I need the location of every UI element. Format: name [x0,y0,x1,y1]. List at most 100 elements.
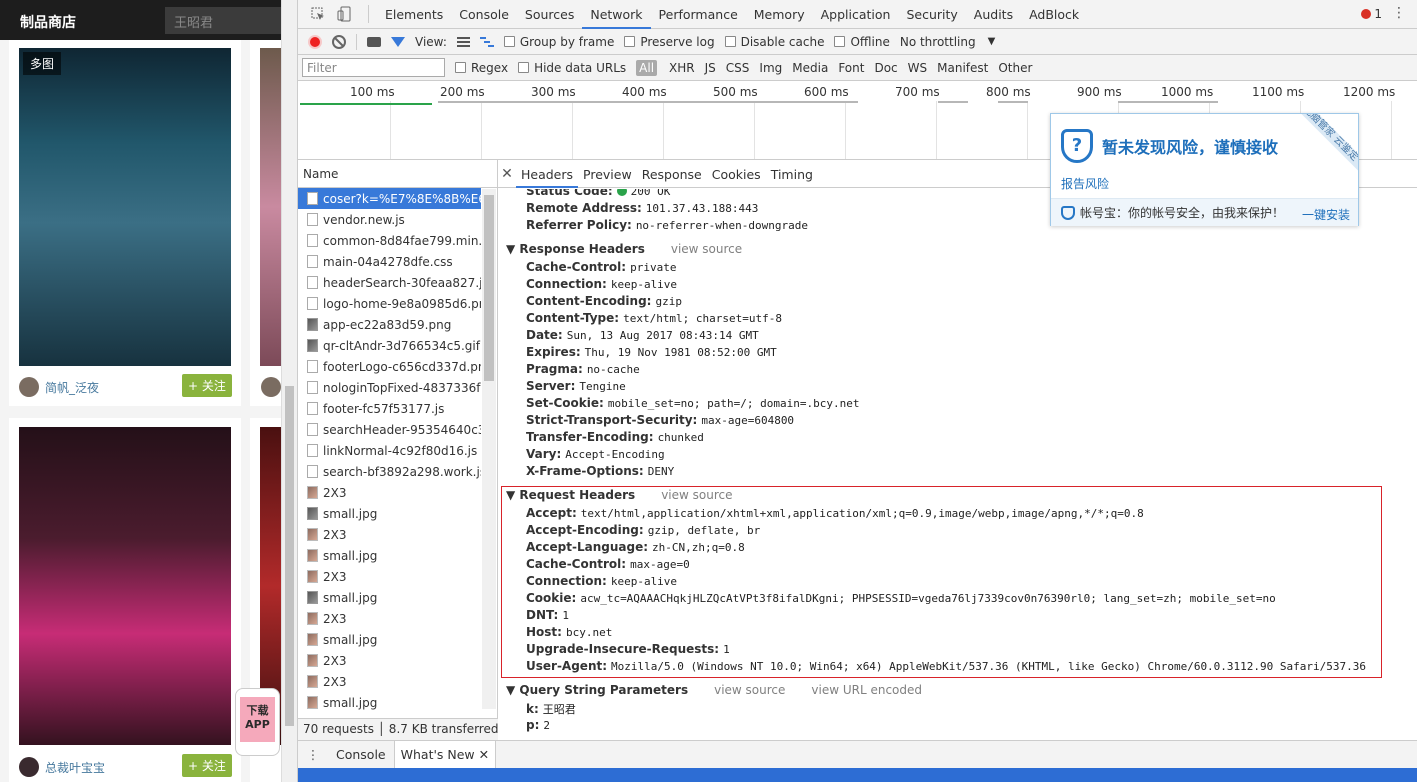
filter-manifest[interactable]: Manifest [937,61,988,75]
view-source-link[interactable]: view source [661,488,732,502]
request-row[interactable]: small.jpg [298,629,481,650]
post-author[interactable]: 简帆_泛夜 [19,377,99,397]
request-row[interactable]: small.jpg [298,692,481,713]
request-row[interactable]: 2X3 [298,524,481,545]
query-string-section[interactable]: ▼ Query String Parameters view source view… [506,683,922,697]
request-row[interactable]: small.jpg [298,545,481,566]
download-app-button[interactable]: 下载 APP [235,688,280,756]
filter-ws[interactable]: WS [908,61,927,75]
filter-font[interactable]: Font [838,61,864,75]
filter-doc[interactable]: Doc [874,61,897,75]
tab-console[interactable]: Console [451,0,517,29]
page-scrollbar[interactable] [281,0,297,782]
filter-js[interactable]: JS [705,61,716,75]
request-row[interactable]: footer-fc57f53177.js [298,398,481,419]
screenshot-icon[interactable] [367,36,381,47]
filter-css[interactable]: CSS [726,61,750,75]
security-popup[interactable]: 电脑管家 云鉴定 ? 暂未发现风险，谨慎接收 报告风险 帐号宝：你的帐号安全，由… [1050,113,1359,226]
filter-all-button[interactable]: All [636,59,658,76]
filter-media[interactable]: Media [792,61,828,75]
request-row[interactable]: small.jpg [298,587,481,608]
filter-icon[interactable] [391,36,405,47]
request-row[interactable]: common-8d84fae799.min.js [298,230,481,251]
site-search-input[interactable]: 王昭君 [165,7,285,34]
response-headers-section[interactable]: ▼ Response Headers view source [506,242,742,256]
follow-button[interactable]: + 关注 [182,374,232,397]
scrollbar-thumb[interactable] [285,386,294,726]
drawer-tab-whats-new[interactable]: What's New ✕ [393,740,497,769]
disable-cache-checkbox[interactable]: Disable cache [724,35,824,49]
clear-icon[interactable] [332,34,346,49]
post-photo[interactable]: 多图 [19,48,231,366]
view-source-link[interactable]: view source [671,242,742,256]
tab-security[interactable]: Security [898,0,965,29]
tab-application[interactable]: Application [813,0,899,29]
request-row[interactable]: app-ec22a83d59.png [298,314,481,335]
throttling-select[interactable]: No throttling ▼ [900,35,995,49]
request-list-scrollbar[interactable] [482,189,496,709]
offline-checkbox[interactable]: Offline [834,35,890,49]
request-row[interactable]: vendor.new.js [298,209,481,230]
post-author[interactable]: 总裁叶宝宝 [19,757,105,777]
request-row[interactable]: small.jpg [298,503,481,524]
tab-memory[interactable]: Memory [746,0,813,29]
close-icon[interactable]: ✕ [479,747,489,762]
drawer-tab-console[interactable]: Console [328,741,394,769]
request-row[interactable]: qr-cltAndr-3d766534c5.gif [298,335,481,356]
filter-other[interactable]: Other [998,61,1032,75]
request-row[interactable]: nologinTopFixed-4837336fc5.j [298,377,481,398]
request-row[interactable]: 2X3 [298,566,481,587]
follow-button[interactable]: + 关注 [182,754,232,777]
tab-cookies[interactable]: Cookies [707,160,766,188]
more-options-icon[interactable]: ⋮ [1392,5,1406,21]
group-by-frame-checkbox[interactable]: Group by frame [503,35,614,49]
view-source-link[interactable]: view source [714,683,785,697]
name-column-header[interactable]: Name [298,160,497,188]
request-row[interactable]: headerSearch-30feaa827.js [298,272,481,293]
scrollbar-thumb[interactable] [484,195,494,381]
request-row[interactable]: 2X3 [298,671,481,692]
request-row[interactable]: searchHeader-95354640c3.js [298,419,481,440]
device-toolbar-icon[interactable] [334,5,354,23]
post-photo[interactable] [19,427,231,745]
tab-preview[interactable]: Preview [578,160,637,188]
request-row[interactable]: 2X3 [298,650,481,671]
request-row[interactable]: 2X3 [298,482,481,503]
tab-network[interactable]: Network [582,0,651,29]
tab-adblock[interactable]: AdBlock [1021,0,1087,29]
regex-checkbox[interactable]: Regex [455,61,508,75]
filter-xhr[interactable]: XHR [669,61,695,75]
request-row[interactable]: logo-home-9e8a0985d6.png? [298,293,481,314]
drawer-menu-icon[interactable]: ⋮ [298,747,328,762]
tab-elements[interactable]: Elements [377,0,451,29]
install-link[interactable]: 一键安装 [1302,206,1350,223]
post-card[interactable]: 多图 简帆_泛夜 + 关注 [9,40,241,406]
site-brand[interactable]: 制品商店 [20,12,76,32]
inspect-element-icon[interactable] [308,5,328,23]
record-button[interactable] [308,34,322,49]
filter-input[interactable]: Filter [302,58,445,77]
preserve-log-checkbox[interactable]: Preserve log [624,35,715,49]
author-name[interactable]: 简帆_泛夜 [45,379,99,396]
author-name[interactable]: 总裁叶宝宝 [45,759,105,776]
close-icon[interactable]: ✕ [498,166,516,182]
request-row[interactable]: footerLogo-c656cd337d.png [298,356,481,377]
hide-data-urls-checkbox[interactable]: Hide data URLs [518,61,626,75]
error-counter[interactable]: 1 [1361,7,1382,21]
tab-audits[interactable]: Audits [966,0,1021,29]
tab-sources[interactable]: Sources [517,0,582,29]
avatar[interactable] [19,377,39,397]
report-risk-link[interactable]: 报告风险 [1061,175,1109,192]
avatar[interactable] [261,377,281,397]
request-row[interactable]: linkNormal-4c92f80d16.js [298,440,481,461]
request-row[interactable]: search-bf3892a298.work.js [298,461,481,482]
view-url-encoded-link[interactable]: view URL encoded [811,683,922,697]
post-card[interactable]: 总裁叶宝宝 + 关注 [9,418,241,782]
tab-timing[interactable]: Timing [766,160,818,188]
request-headers-section[interactable]: ▼ Request Headers view source [506,488,732,502]
request-row[interactable]: 2X3 [298,608,481,629]
filter-img[interactable]: Img [759,61,782,75]
request-row[interactable]: coser?k=%E7%8E%8B%E6%98 [298,188,481,209]
avatar[interactable] [19,757,39,777]
request-row[interactable]: main-04a4278dfe.css [298,251,481,272]
